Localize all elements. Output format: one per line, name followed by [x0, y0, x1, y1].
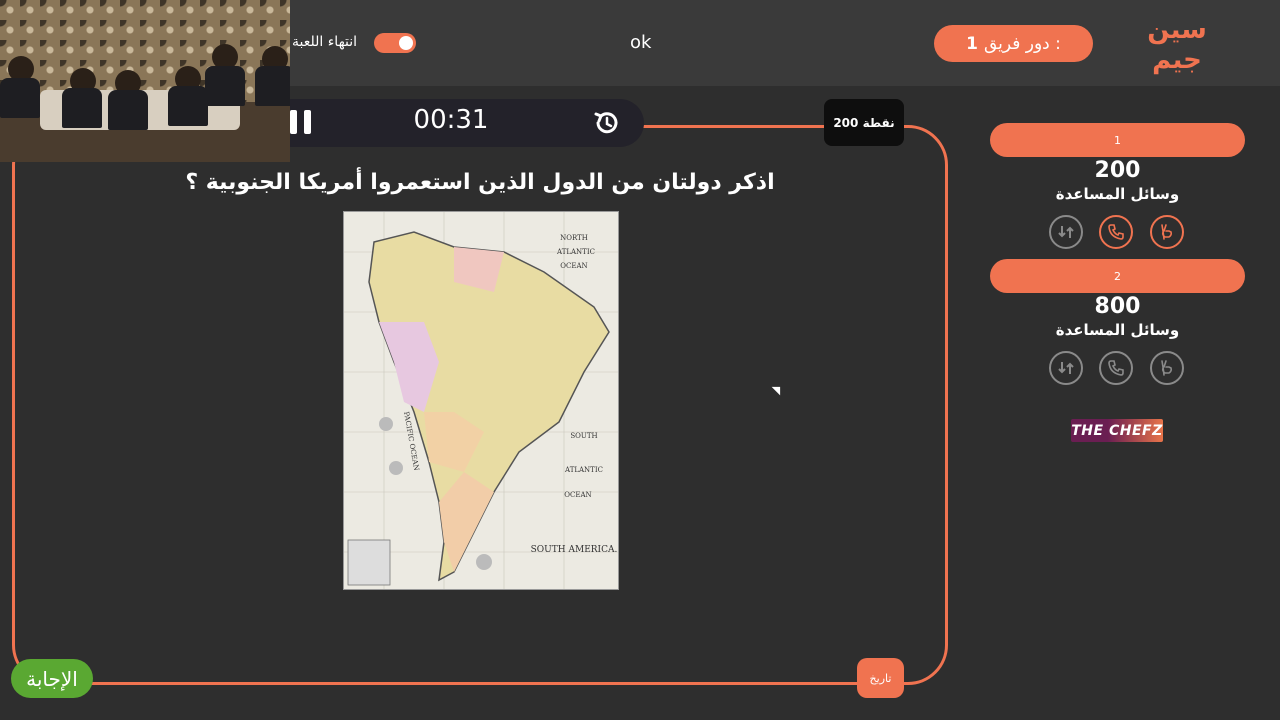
team-1-score: 200 [1094, 158, 1141, 183]
map-title: SOUTH AMERICA. [531, 545, 618, 555]
map-north-label: NORTH [560, 234, 588, 242]
team-2-two-answers-icon[interactable] [1150, 351, 1184, 385]
team-2-swap-icon[interactable] [1049, 351, 1083, 385]
timer: 00:31 [413, 105, 489, 135]
team-1-swap-icon[interactable] [1049, 215, 1083, 249]
webcam-feed [0, 0, 290, 162]
team-2-score: 800 [1094, 294, 1141, 319]
turn-team-number: 1 [966, 33, 978, 54]
map-south-label: SOUTH [570, 432, 597, 440]
map-atlantic-label: ATLANTIC [556, 248, 595, 256]
sponsor-logo: THE CHEFZ [1071, 419, 1163, 442]
team-1-two-answers-icon[interactable] [1150, 215, 1184, 249]
team-1-phone-icon[interactable] [1099, 215, 1133, 249]
map-ocean-label: OCEAN [560, 262, 587, 270]
exit-game-label: انتهاء اللعبة [292, 34, 358, 50]
points-badge: 200 نقطة [824, 99, 904, 146]
history-reset-icon[interactable] [592, 108, 622, 138]
status-text: ok [630, 32, 652, 53]
team-2-aids-label: وسائل المساعدة [1055, 321, 1180, 339]
toggle-knob [399, 36, 413, 50]
question-text: اذكر دولتان من الدول الذين استعمروا أمري… [185, 170, 775, 195]
team-2-phone-icon[interactable] [1099, 351, 1133, 385]
pause-icon[interactable] [290, 110, 312, 134]
category-tag: تاريخ [857, 658, 904, 698]
game-logo: سين جيم [1142, 8, 1212, 78]
map-ocean2-label: OCEAN [564, 491, 591, 499]
map-atlantic2-label: ATLANTIC [564, 466, 603, 474]
svg-text:جيم: جيم [1152, 45, 1202, 75]
answer-button[interactable]: الإجابة [11, 659, 93, 698]
team-1-pill: 1 [990, 123, 1245, 157]
south-america-map: NORTH ATLANTIC OCEAN SOUTH ATLANTIC OCEA… [343, 211, 619, 590]
team-1-aids-label: وسائل المساعدة [1055, 185, 1180, 203]
svg-text:سين: سين [1147, 15, 1207, 45]
turn-indicator: 1 دور فريق : [934, 25, 1093, 62]
team-2-pill: 2 [990, 259, 1245, 293]
exit-game-toggle[interactable] [374, 33, 416, 53]
turn-label: دور فريق : [983, 33, 1061, 54]
